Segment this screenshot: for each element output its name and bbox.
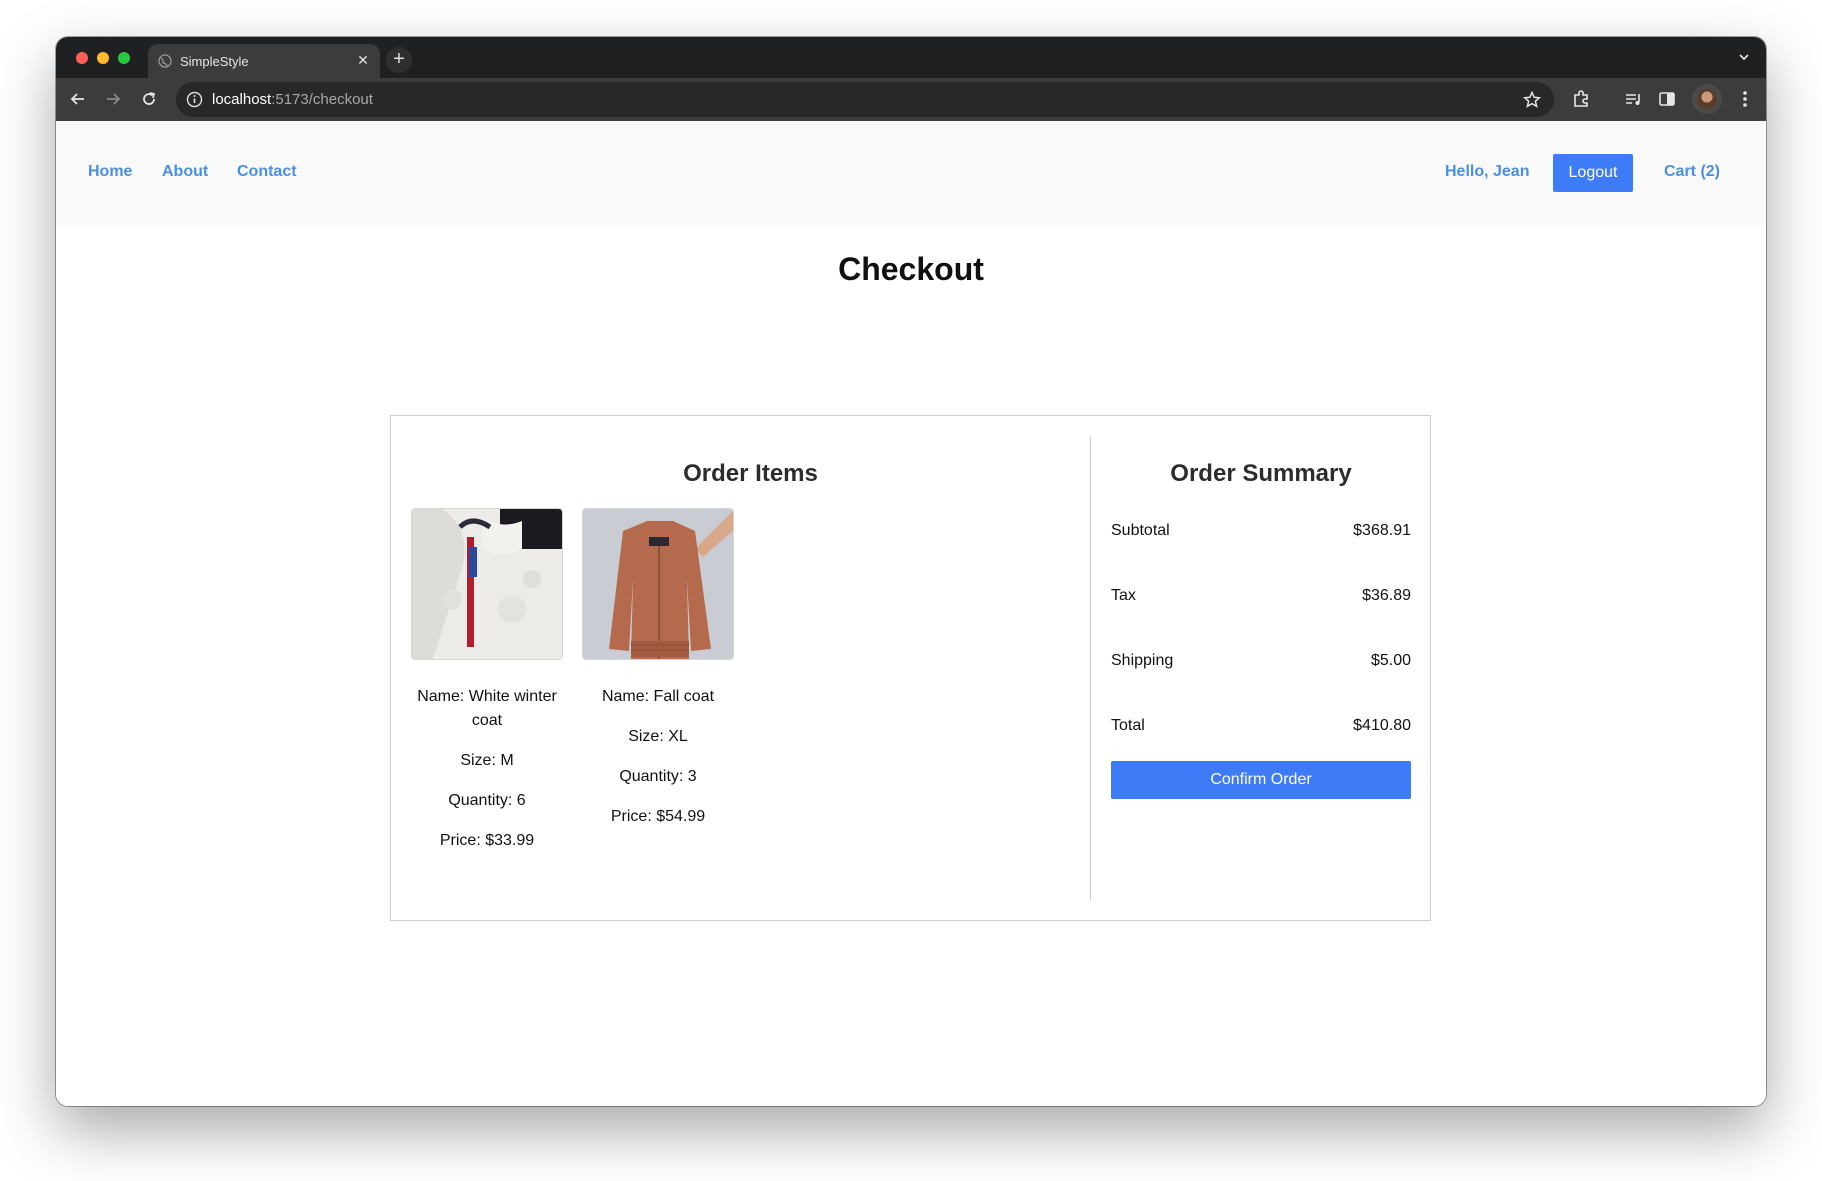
white-winter-coat-image <box>411 508 563 660</box>
browser-toolbar: localhost:5173/checkout <box>56 78 1766 121</box>
globe-icon <box>158 54 172 68</box>
nav-contact-link[interactable]: Contact <box>237 163 297 181</box>
profile-photo <box>1697 89 1717 109</box>
summary-value: $368.91 <box>1353 522 1411 539</box>
browser-window: SimpleStyle ✕ + localhost:5173/checkout … <box>56 37 1766 1106</box>
side-panel-icon[interactable] <box>1654 86 1680 112</box>
forward-arrow-icon[interactable] <box>100 86 126 112</box>
new-tab-button[interactable]: + <box>386 47 412 73</box>
item-quantity: Quantity: 6 <box>448 792 526 809</box>
tab-search-chevron-icon[interactable] <box>1736 49 1752 65</box>
browser-tab[interactable]: SimpleStyle ✕ <box>148 44 380 78</box>
nav-home-link[interactable]: Home <box>88 163 132 181</box>
summary-label: Subtotal <box>1111 522 1170 539</box>
fall-coat-image <box>582 508 734 660</box>
order-item: Name: White winter coat Size: M Quantity… <box>411 508 563 853</box>
site-info-icon[interactable] <box>186 91 203 108</box>
bookmark-star-icon[interactable] <box>1522 90 1542 110</box>
item-quantity: Quantity: 3 <box>619 768 697 785</box>
user-greeting-link[interactable]: Hello, Jean <box>1445 163 1529 181</box>
page-viewport: Home About Contact Hello, Jean Logout Ca… <box>56 121 1766 1106</box>
minimize-window-button[interactable] <box>97 52 109 64</box>
tab-title: SimpleStyle <box>180 54 249 69</box>
order-summary-title: Order Summary <box>1170 460 1352 487</box>
summary-value: $410.80 <box>1353 717 1411 734</box>
item-price: Price: $33.99 <box>439 832 535 849</box>
confirm-order-button[interactable]: Confirm Order <box>1111 761 1411 799</box>
checkout-container: Order Items Name: White winter coat Size… <box>390 415 1431 921</box>
summary-label: Total <box>1111 717 1145 734</box>
close-tab-icon[interactable]: ✕ <box>354 51 372 69</box>
cart-link[interactable]: Cart (2) <box>1664 163 1720 181</box>
logout-button[interactable]: Logout <box>1553 154 1633 192</box>
order-items-title: Order Items <box>683 460 818 487</box>
url-path: :5173/checkout <box>271 91 373 108</box>
reload-icon[interactable] <box>136 86 162 112</box>
back-arrow-icon[interactable] <box>65 86 91 112</box>
item-price: Price: $54.99 <box>610 808 706 825</box>
extensions-puzzle-icon[interactable] <box>1568 86 1594 112</box>
profile-avatar[interactable] <box>1692 84 1722 114</box>
item-size: Size: XL <box>628 728 688 745</box>
summary-value: $5.00 <box>1370 652 1411 669</box>
more-menu-icon[interactable] <box>1732 86 1758 112</box>
summary-label: Shipping <box>1111 652 1174 669</box>
close-window-button[interactable] <box>76 52 88 64</box>
maximize-window-button[interactable] <box>118 52 130 64</box>
site-navbar: Home About Contact Hello, Jean Logout Ca… <box>56 121 1766 225</box>
url-host: localhost <box>212 91 272 108</box>
order-item: Name: Fall coat Size: XL Quantity: 3 Pri… <box>582 508 734 829</box>
tab-strip: SimpleStyle ✕ + <box>56 37 1766 78</box>
summary-value: $36.89 <box>1362 587 1411 604</box>
summary-label: Tax <box>1111 587 1136 604</box>
item-size: Size: M <box>460 752 514 769</box>
page-title: Checkout <box>838 251 984 287</box>
url-text: localhost:5173/checkout <box>212 91 373 108</box>
media-controls-icon[interactable] <box>1620 86 1646 112</box>
nav-about-link[interactable]: About <box>162 163 208 181</box>
item-name: Name: Fall coat <box>601 688 715 705</box>
address-bar[interactable]: localhost:5173/checkout <box>176 82 1554 117</box>
item-name: Name: White winter coat <box>417 688 557 729</box>
section-divider <box>1090 436 1091 901</box>
